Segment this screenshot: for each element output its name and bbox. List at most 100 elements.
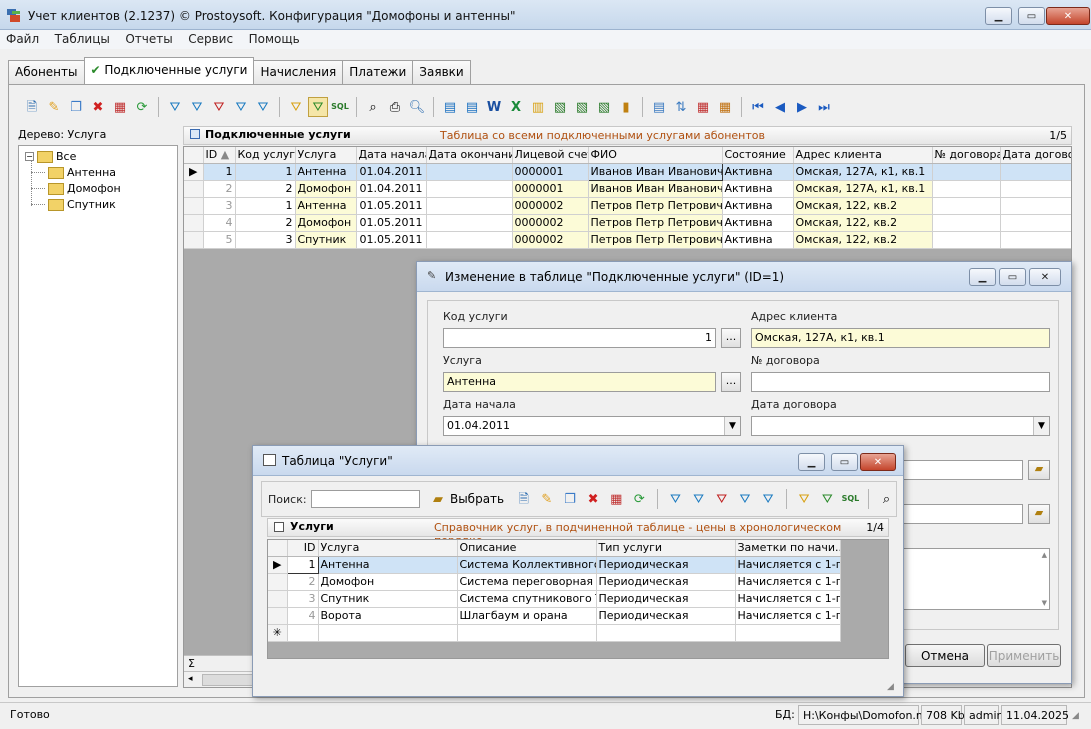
edit-maximize-button[interactable]: ▭ xyxy=(999,268,1026,286)
cell-fio[interactable]: Петров Петр Петрович xyxy=(588,214,723,232)
tab-subscribers[interactable]: Абоненты xyxy=(8,60,85,84)
filter-remove-icon[interactable]: ⛛ xyxy=(712,489,731,509)
next-record-icon[interactable]: ▶ xyxy=(792,97,812,117)
columns-icon[interactable]: ▦ xyxy=(693,97,713,117)
column-header[interactable]: Дата договор xyxy=(1000,147,1071,164)
table-row[interactable]: 2 2 Домофон 01.04.2011 0000001 Иванов Ив… xyxy=(184,180,1071,198)
filter-settings-icon[interactable]: ⛛ xyxy=(253,97,273,117)
menu-tables[interactable]: Таблицы xyxy=(49,30,116,48)
tree-filter-icon[interactable]: ⛛ xyxy=(818,489,837,509)
cell-service[interactable]: Домофон xyxy=(295,214,357,232)
export-table-icon[interactable]: ▤ xyxy=(462,97,482,117)
menu-reports[interactable]: Отчеты xyxy=(119,30,178,48)
column-header[interactable]: Код услуги xyxy=(235,147,296,164)
new-row[interactable]: ✳ xyxy=(268,624,841,642)
cell-service[interactable]: Домофон xyxy=(318,573,458,591)
column-header[interactable]: Состояние xyxy=(722,147,794,164)
cell-fio[interactable]: Петров Петр Петрович xyxy=(588,197,723,215)
sort-icon[interactable]: ⇅ xyxy=(671,97,691,117)
column-header[interactable]: Дата начала xyxy=(356,147,427,164)
cell-contract[interactable] xyxy=(932,163,1001,181)
dropdown-arrow-icon[interactable]: ▼ xyxy=(1033,417,1049,435)
settings-icon[interactable]: ▤ xyxy=(649,97,669,117)
cell-account[interactable]: 0000002 xyxy=(512,197,589,215)
cell-code[interactable]: 1 xyxy=(235,197,296,215)
filter-add-icon[interactable]: ⛛ xyxy=(187,97,207,117)
cell-contract[interactable] xyxy=(932,197,1001,215)
cell-address[interactable]: Омская, 122, кв.2 xyxy=(793,214,933,232)
open-folder-icon[interactable]: ▰ xyxy=(1028,504,1050,524)
cell-state[interactable]: Активна xyxy=(722,180,794,198)
cell-account[interactable]: 0000001 xyxy=(512,180,589,198)
cell-end[interactable] xyxy=(426,180,513,198)
add-record-icon[interactable]: 🗎 xyxy=(514,489,533,509)
services-maximize-button[interactable]: ▭ xyxy=(831,453,858,471)
row-selector[interactable] xyxy=(268,573,288,591)
cell-description[interactable]: Система спутникового ТВ xyxy=(457,590,597,608)
service-input[interactable]: Антенна xyxy=(443,372,716,392)
delete-icon[interactable]: ✖ xyxy=(88,97,108,117)
excel-icon[interactable]: X xyxy=(506,97,526,117)
resize-grip-icon[interactable]: ◢ xyxy=(1072,711,1079,721)
cell-address[interactable]: Омская, 122, кв.2 xyxy=(793,197,933,215)
cell-account[interactable]: 0000001 xyxy=(512,163,589,181)
row-selector[interactable] xyxy=(184,214,204,232)
cell-state[interactable]: Активна xyxy=(722,197,794,215)
table-row[interactable]: 3 Спутник Система спутникового ТВ Период… xyxy=(268,590,841,608)
menu-help[interactable]: Помощь xyxy=(243,30,306,48)
tree-item-antenna[interactable]: Антенна xyxy=(31,166,116,179)
refresh-icon[interactable]: ⟳ xyxy=(132,97,152,117)
cell-contract[interactable] xyxy=(932,214,1001,232)
filter-remove-icon[interactable]: ⛛ xyxy=(209,97,229,117)
cell-id[interactable]: 1 xyxy=(286,555,319,574)
select-button[interactable]: ▰ Выбрать xyxy=(428,489,504,509)
column-header[interactable]: Дата окончания xyxy=(426,147,513,164)
funnel-icon[interactable]: ⛛ xyxy=(795,489,814,509)
column-header[interactable]: Лицевой счет xyxy=(512,147,589,164)
cell-service[interactable]: Спутник xyxy=(295,231,357,249)
chart-icon[interactable]: ▮ xyxy=(616,97,636,117)
cell-address[interactable]: Омская, 127А, к1, кв.1 xyxy=(793,163,933,181)
prev-record-icon[interactable]: ◀ xyxy=(770,97,790,117)
filter-icon[interactable]: ⛛ xyxy=(165,97,185,117)
row-selector[interactable] xyxy=(184,197,204,215)
cell-end[interactable] xyxy=(426,231,513,249)
column-header[interactable]: Услуга xyxy=(295,147,357,164)
copy-icon[interactable]: ❐ xyxy=(560,489,579,509)
menu-service[interactable]: Сервис xyxy=(182,30,239,48)
cell-id[interactable]: 1 xyxy=(203,163,236,181)
service-code-input[interactable]: 1 xyxy=(443,328,716,348)
cell-fio[interactable]: Иванов Иван Иванович xyxy=(587,162,723,181)
column-header[interactable]: Тип услуги xyxy=(596,540,736,557)
row-selector[interactable] xyxy=(184,231,204,249)
grid-delete-icon[interactable]: ▦ xyxy=(110,97,130,117)
table-row[interactable]: ▶ 1 1 Антенна 01.04.2011 0000001 Иванов … xyxy=(184,162,1071,181)
filter-add-icon[interactable]: ⛛ xyxy=(689,489,708,509)
cell-code[interactable]: 3 xyxy=(235,231,296,249)
cell-end[interactable] xyxy=(426,163,513,181)
tab-requests[interactable]: Заявки xyxy=(412,60,471,84)
start-date-combo[interactable]: 01.04.2011 ▼ xyxy=(443,416,741,436)
filter-edit-icon[interactable]: ⛛ xyxy=(735,489,754,509)
cell-id[interactable]: 2 xyxy=(203,180,236,198)
scroll-left-icon[interactable]: ◂ xyxy=(188,674,193,684)
cell-service[interactable]: Домофон xyxy=(295,180,357,198)
cell-code[interactable]: 2 xyxy=(235,214,296,232)
cell-state[interactable]: Активна xyxy=(722,163,794,181)
funnel-icon[interactable]: ⛛ xyxy=(286,97,306,117)
cell-account[interactable]: 0000002 xyxy=(512,214,589,232)
cell-type[interactable]: Периодическая xyxy=(596,573,736,591)
contract-date-combo[interactable]: ▼ xyxy=(751,416,1050,436)
cell-state[interactable]: Активна xyxy=(722,231,794,249)
search-input[interactable] xyxy=(310,490,420,508)
minimize-button[interactable]: ▁ xyxy=(985,7,1012,25)
cell-end[interactable] xyxy=(426,197,513,215)
cell-description[interactable]: Шлагбаум и орана xyxy=(457,607,597,625)
filter-icon[interactable]: ⛛ xyxy=(666,489,685,509)
add-record-icon[interactable]: 🗎 xyxy=(22,97,42,117)
cell-id[interactable]: 3 xyxy=(287,590,319,608)
table-row[interactable]: ▶ 1 Антенна Система Коллективного П Пери… xyxy=(268,555,841,574)
cell-id[interactable]: 3 xyxy=(203,197,236,215)
cell-service[interactable]: Антенна xyxy=(295,163,357,181)
tree-root[interactable]: − Все xyxy=(25,150,76,163)
